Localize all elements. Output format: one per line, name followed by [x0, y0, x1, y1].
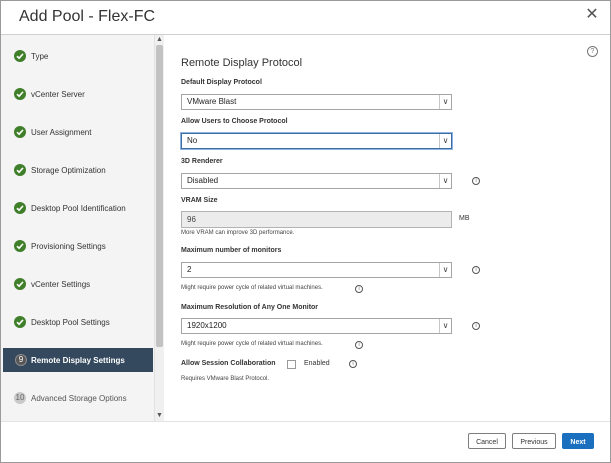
- wizard-step-label: Provisioning Settings: [31, 241, 106, 251]
- cancel-button[interactable]: Cancel: [468, 433, 506, 449]
- max-monitors-select[interactable]: 2 ∨: [181, 262, 452, 278]
- chevron-down-icon: ∨: [439, 95, 451, 109]
- allow-choose-protocol-label: Allow Users to Choose Protocol: [181, 118, 288, 125]
- wizard-step-user-assignment[interactable]: User Assignment: [3, 120, 153, 144]
- check-icon: [14, 240, 26, 252]
- default-protocol-label: Default Display Protocol: [181, 79, 262, 86]
- session-collaboration-checkbox[interactable]: [287, 360, 296, 369]
- check-icon: [14, 164, 26, 176]
- max-resolution-label: Maximum Resolution of Any One Monitor: [181, 304, 319, 311]
- section-title: Remote Display Protocol: [181, 57, 303, 69]
- renderer-label: 3D Renderer: [181, 158, 223, 165]
- wizard-step-type[interactable]: Type: [3, 44, 153, 68]
- next-button[interactable]: Next: [562, 433, 594, 449]
- wizard-step-vcenter-settings[interactable]: vCenter Settings: [3, 272, 153, 296]
- check-icon: [14, 316, 26, 328]
- chevron-down-icon: ∨: [439, 263, 451, 277]
- wizard-step-vcenter-server[interactable]: vCenter Server: [3, 82, 153, 106]
- check-icon: [14, 126, 26, 138]
- renderer-select[interactable]: Disabled ∨: [181, 173, 452, 189]
- max-monitors-value: 2: [187, 265, 192, 274]
- chevron-down-icon: ∨: [439, 134, 451, 148]
- dialog-title-bar: Add Pool - Flex-FC ✕: [1, 1, 610, 35]
- max-monitors-info-icon[interactable]: i: [472, 266, 480, 274]
- check-icon: [14, 202, 26, 214]
- session-collaboration-label: Allow Session Collaboration: [181, 360, 276, 367]
- vram-hint: More VRAM can improve 3D performance.: [181, 230, 295, 236]
- wizard-step-label: Advanced Storage Options: [31, 393, 127, 403]
- max-monitors-hint-info-icon[interactable]: i: [355, 285, 363, 293]
- max-monitors-label: Maximum number of monitors: [181, 247, 282, 254]
- previous-button[interactable]: Previous: [512, 433, 556, 449]
- session-collaboration-info-icon[interactable]: i: [349, 360, 357, 368]
- default-protocol-value: VMware Blast: [187, 97, 237, 106]
- footer-divider: [1, 421, 610, 422]
- session-collaboration-checkbox-label[interactable]: Enabled: [304, 360, 330, 367]
- wizard-step-label: Desktop Pool Settings: [31, 317, 110, 327]
- chevron-down-icon: ∨: [439, 319, 451, 333]
- wizard-step-label: vCenter Settings: [31, 279, 91, 289]
- check-icon: [14, 88, 26, 100]
- max-resolution-hint: Might require power cycle of related vir…: [181, 341, 323, 347]
- step-number-badge: 9: [15, 354, 27, 366]
- check-icon: [14, 278, 26, 290]
- wizard-step-desktop-pool-settings[interactable]: Desktop Pool Settings: [3, 310, 153, 334]
- max-resolution-hint-info-icon[interactable]: i: [355, 341, 363, 349]
- wizard-step-advanced-storage-options[interactable]: 10 Advanced Storage Options: [3, 386, 153, 410]
- allow-choose-protocol-value: No: [187, 136, 198, 145]
- vram-unit: MB: [459, 215, 470, 222]
- scroll-down-icon[interactable]: ▼: [156, 411, 163, 420]
- step-number-badge: 10: [14, 392, 26, 404]
- vram-size-input[interactable]: 96: [181, 211, 452, 228]
- vram-size-label: VRAM Size: [181, 197, 218, 204]
- max-monitors-hint: Might require power cycle of related vir…: [181, 285, 323, 291]
- default-protocol-select[interactable]: VMware Blast ∨: [181, 94, 452, 110]
- wizard-step-label: vCenter Server: [31, 89, 85, 99]
- wizard-steps-sidebar: Type vCenter Server User Assignment Stor…: [1, 35, 155, 421]
- help-icon[interactable]: ?: [587, 46, 598, 57]
- check-icon: [14, 50, 26, 62]
- chevron-down-icon: ∨: [439, 174, 451, 188]
- remote-display-settings-panel: ? Remote Display Protocol Default Displa…: [163, 35, 610, 421]
- dialog-title: Add Pool - Flex-FC: [19, 8, 156, 25]
- renderer-info-icon[interactable]: i: [472, 177, 480, 185]
- wizard-step-label: Storage Optimization: [31, 165, 106, 175]
- wizard-step-remote-display-settings[interactable]: 9 Remote Display Settings: [3, 348, 153, 372]
- wizard-step-storage-optimization[interactable]: Storage Optimization: [3, 158, 153, 182]
- vram-size-value: 96: [187, 215, 196, 224]
- renderer-value: Disabled: [187, 176, 219, 185]
- wizard-step-label: Remote Display Settings: [31, 355, 125, 365]
- wizard-step-label: User Assignment: [31, 127, 92, 137]
- allow-choose-protocol-select[interactable]: No ∨: [180, 132, 453, 150]
- wizard-step-label: Type: [31, 51, 49, 61]
- wizard-step-desktop-pool-identification[interactable]: Desktop Pool Identification: [3, 196, 153, 220]
- scroll-up-icon[interactable]: ▲: [156, 35, 163, 44]
- scroll-thumb[interactable]: [156, 45, 163, 347]
- max-resolution-value: 1920x1200: [187, 321, 227, 330]
- close-icon[interactable]: ✕: [584, 7, 600, 23]
- session-collaboration-hint: Requires VMware Blast Protocol.: [181, 376, 270, 382]
- max-resolution-info-icon[interactable]: i: [472, 322, 480, 330]
- wizard-step-provisioning-settings[interactable]: Provisioning Settings: [3, 234, 153, 258]
- max-resolution-select[interactable]: 1920x1200 ∨: [181, 318, 452, 334]
- wizard-step-label: Desktop Pool Identification: [31, 203, 126, 213]
- add-pool-dialog: Add Pool - Flex-FC ✕ Type vCenter Server…: [0, 0, 611, 463]
